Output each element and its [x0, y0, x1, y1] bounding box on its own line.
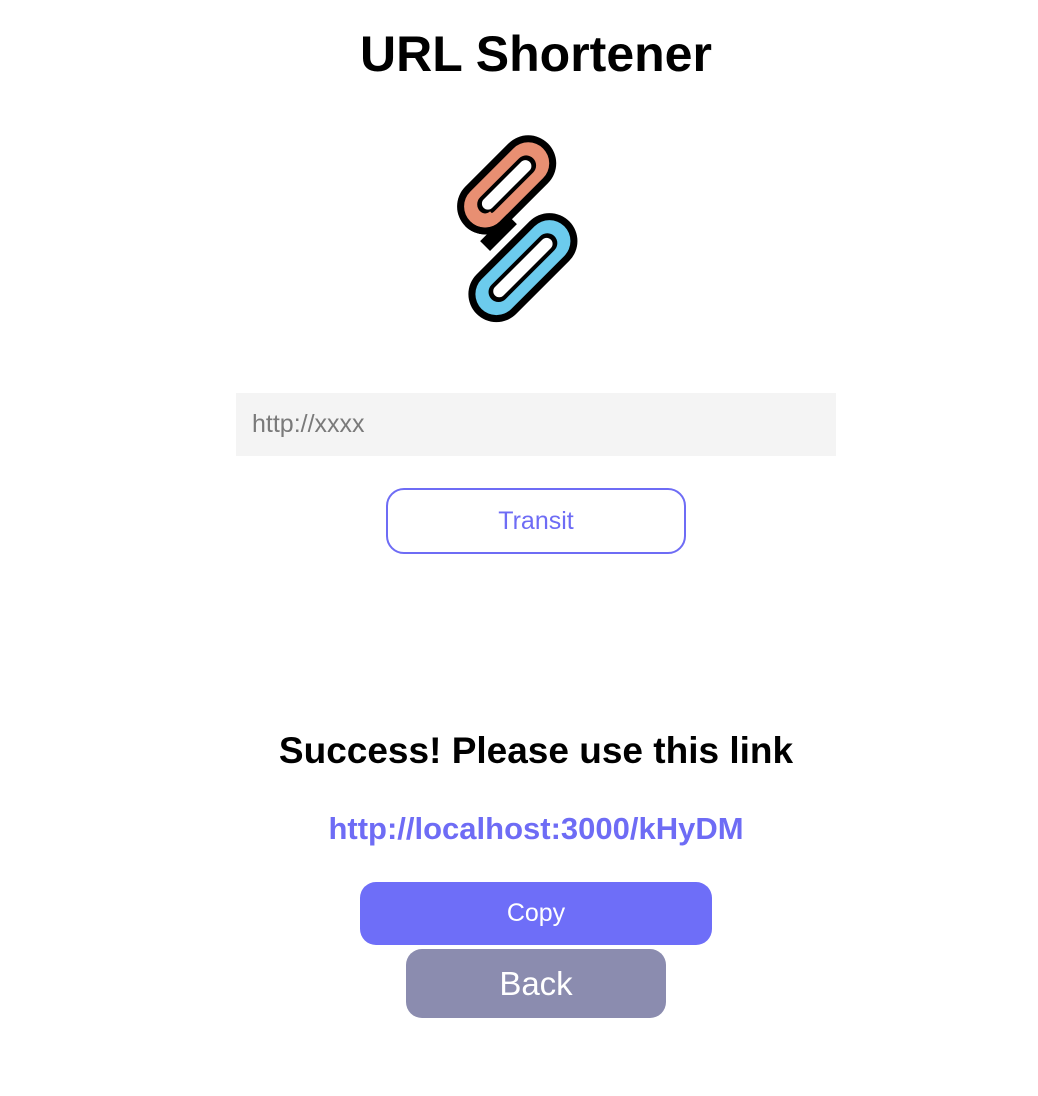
copy-button[interactable]: Copy [360, 882, 712, 945]
transit-button[interactable]: Transit [386, 488, 686, 554]
short-link[interactable]: http://localhost:3000/kHyDM [0, 809, 1038, 849]
link-chain-icon [457, 135, 578, 323]
url-input[interactable] [236, 393, 836, 456]
success-heading: Success! Please use this link [278, 730, 794, 771]
page-title: URL Shortener [360, 26, 712, 82]
back-button[interactable]: Back [406, 949, 666, 1018]
